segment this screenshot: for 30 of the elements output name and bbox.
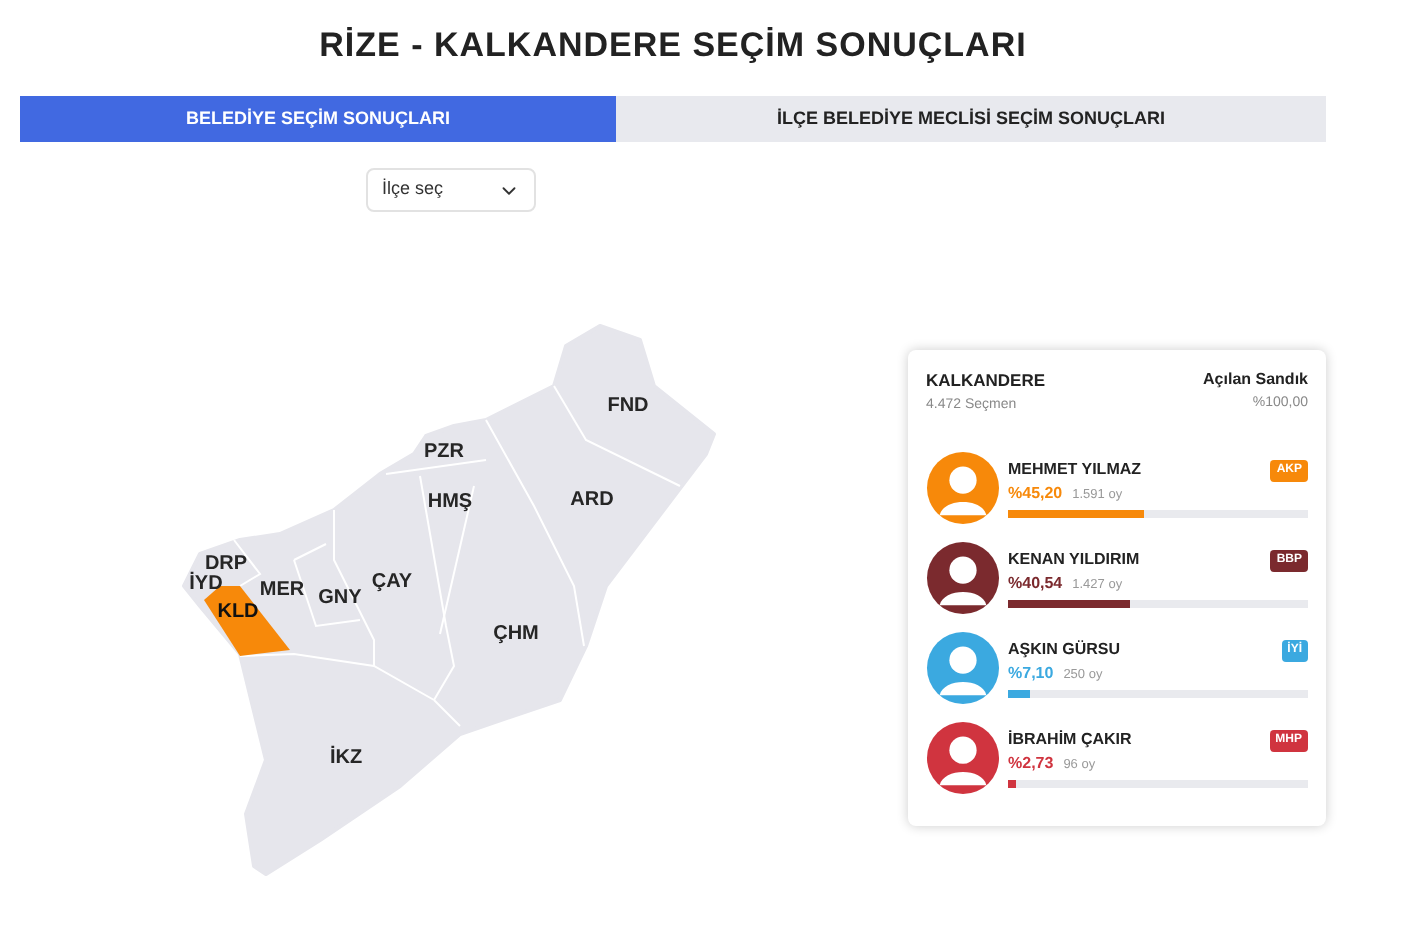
district-name: KALKANDERE [926, 368, 1045, 394]
opened-box-label: Açılan Sandık [1203, 368, 1308, 392]
avatar-icon [926, 720, 1000, 797]
page-title: RİZE - KALKANDERE SEÇİM SONUÇLARI [317, 24, 1029, 68]
district-label[interactable]: KLD [217, 601, 259, 624]
vote-percent: %2,73 [1008, 752, 1054, 777]
vote-percent: %45,20 [1008, 482, 1063, 507]
district-label[interactable]: ARD [570, 489, 614, 512]
avatar-icon [926, 450, 1000, 527]
tab[interactable]: BELEDİYE SEÇİM SONUÇLARI [20, 96, 616, 142]
candidate-name: KENAN YILDIRIM [1008, 548, 1140, 573]
district-label[interactable]: PZR [424, 441, 464, 464]
tab[interactable]: İLÇE BELEDİYE MECLİSİ SEÇİM SONUÇLARI [616, 96, 1326, 142]
vote-percent: %40,54 [1008, 572, 1063, 597]
district-label[interactable]: HMŞ [427, 491, 473, 514]
avatar-icon [926, 540, 1000, 617]
district-label[interactable]: ÇHM [493, 623, 539, 646]
candidate-name: MEHMET YILMAZ [1008, 458, 1142, 483]
district-label[interactable]: DRP [204, 553, 248, 576]
district-label[interactable]: ÇAY [371, 571, 413, 594]
candidate-name: İBRAHİM ÇAKIR [1008, 728, 1132, 753]
avatar-icon [926, 630, 1000, 707]
district-label[interactable]: FND [607, 395, 649, 418]
district-label[interactable]: GNY [318, 587, 362, 610]
district-label[interactable]: MER [259, 579, 305, 602]
candidate-name: AŞKIN GÜRSU [1008, 638, 1121, 663]
district-select[interactable]: İlçe seç [366, 168, 536, 212]
district-label[interactable]: İYD [189, 573, 223, 596]
district-label[interactable]: İKZ [329, 747, 363, 770]
vote-percent: %7,10 [1008, 662, 1054, 687]
